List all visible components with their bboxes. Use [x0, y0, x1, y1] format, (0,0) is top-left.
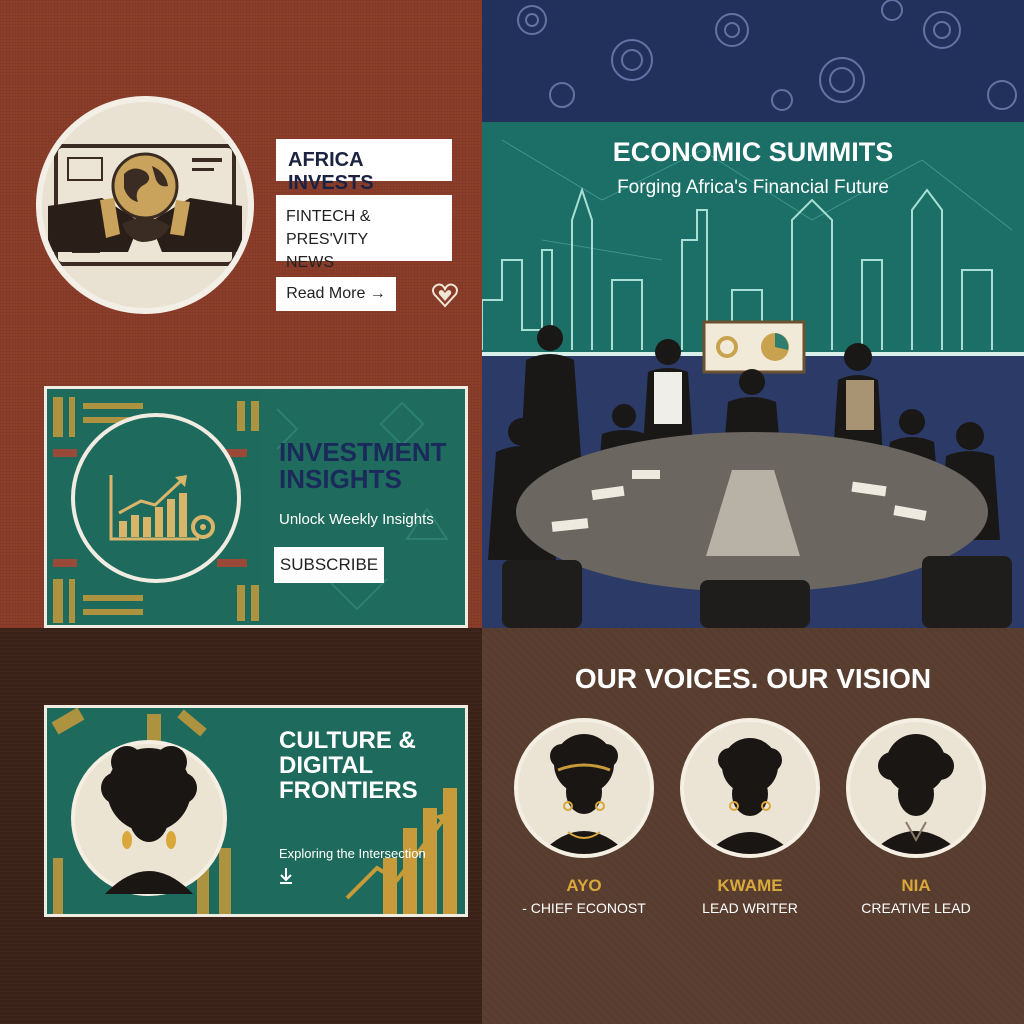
summit-illustration — [482, 0, 1024, 628]
name-nia: NIA — [901, 876, 931, 895]
culture-subtitle: Exploring the Intersection — [279, 846, 426, 861]
culture-card: CULTURE & DIGITAL FRONTIERS Exploring th… — [44, 705, 468, 917]
culture-title-line1: CULTURE & — [279, 727, 416, 754]
africa-invests-title: AFRICA INVESTS — [276, 139, 452, 194]
growth-chart-icon — [109, 475, 215, 541]
growth-chart-badge — [71, 413, 241, 583]
insights-title-line2: INSIGHTS — [279, 464, 402, 495]
arrow-down-icon[interactable] — [279, 868, 293, 884]
heart-logo-icon[interactable] — [430, 280, 460, 310]
role-nia: CREATIVE LEAD — [861, 900, 971, 916]
read-more-button[interactable]: Read More → — [276, 277, 396, 311]
person-icon — [870, 734, 962, 854]
investment-insights-card: INVESTMENT INSIGHTS Unlock Weekly Insigh… — [44, 386, 468, 628]
economic-summits-subtitle: Forging Africa's Financial Future — [617, 177, 889, 198]
africa-invests-panel: AFRICA INVESTS FINTECH & PRES'VITY NEWS … — [0, 0, 482, 628]
economic-summits-title: ECONOMIC SUMMITS — [612, 137, 894, 167]
africa-invests-title-text: AFRICA INVESTS — [288, 149, 374, 194]
culture-title-line3: FRONTIERS — [279, 777, 418, 805]
voices-title: OUR VOICES. OUR VISION — [574, 663, 932, 694]
avatar-kwame[interactable] — [680, 718, 820, 858]
voices-panel: OUR VOICES. OUR VISION AYO - CHIEF ECONO… — [482, 628, 1024, 1024]
fintech-line2: NEWS — [286, 254, 334, 272]
insights-title-line1: INVESTMENT — [279, 437, 447, 467]
fintech-line1: FINTECH & PRES'VITY — [286, 208, 371, 249]
culture-panel: CULTURE & DIGITAL FRONTIERS Exploring th… — [0, 628, 482, 1024]
person-icon — [706, 738, 794, 854]
culture-title: CULTURE & DIGITAL FRONTIERS — [279, 728, 418, 804]
avatar-nia[interactable] — [846, 718, 986, 858]
subscribe-button[interactable]: SUBSCRIBE — [274, 547, 384, 583]
person-icon — [540, 734, 628, 854]
insights-subtitle: Unlock Weekly Insights — [279, 511, 434, 528]
name-ayo: AYO — [566, 876, 602, 895]
fintech-news-label: FINTECH & PRES'VITY NEWS — [276, 195, 452, 271]
culture-title-line2: DIGITAL — [279, 752, 374, 780]
role-kwame: LEAD WRITER — [702, 900, 798, 916]
investment-insights-title: INVESTMENT INSIGHTS — [279, 437, 447, 495]
avatar-ayo[interactable] — [514, 718, 654, 858]
role-ayo: - CHIEF ECONOST — [522, 900, 646, 916]
name-kwame: KWAME — [717, 876, 783, 895]
economic-summits-panel: ECONOMIC SUMMITS Forging Africa's Financ… — [482, 0, 1024, 628]
handshake-icon — [48, 144, 242, 266]
handshake-globe-illustration — [36, 96, 254, 314]
